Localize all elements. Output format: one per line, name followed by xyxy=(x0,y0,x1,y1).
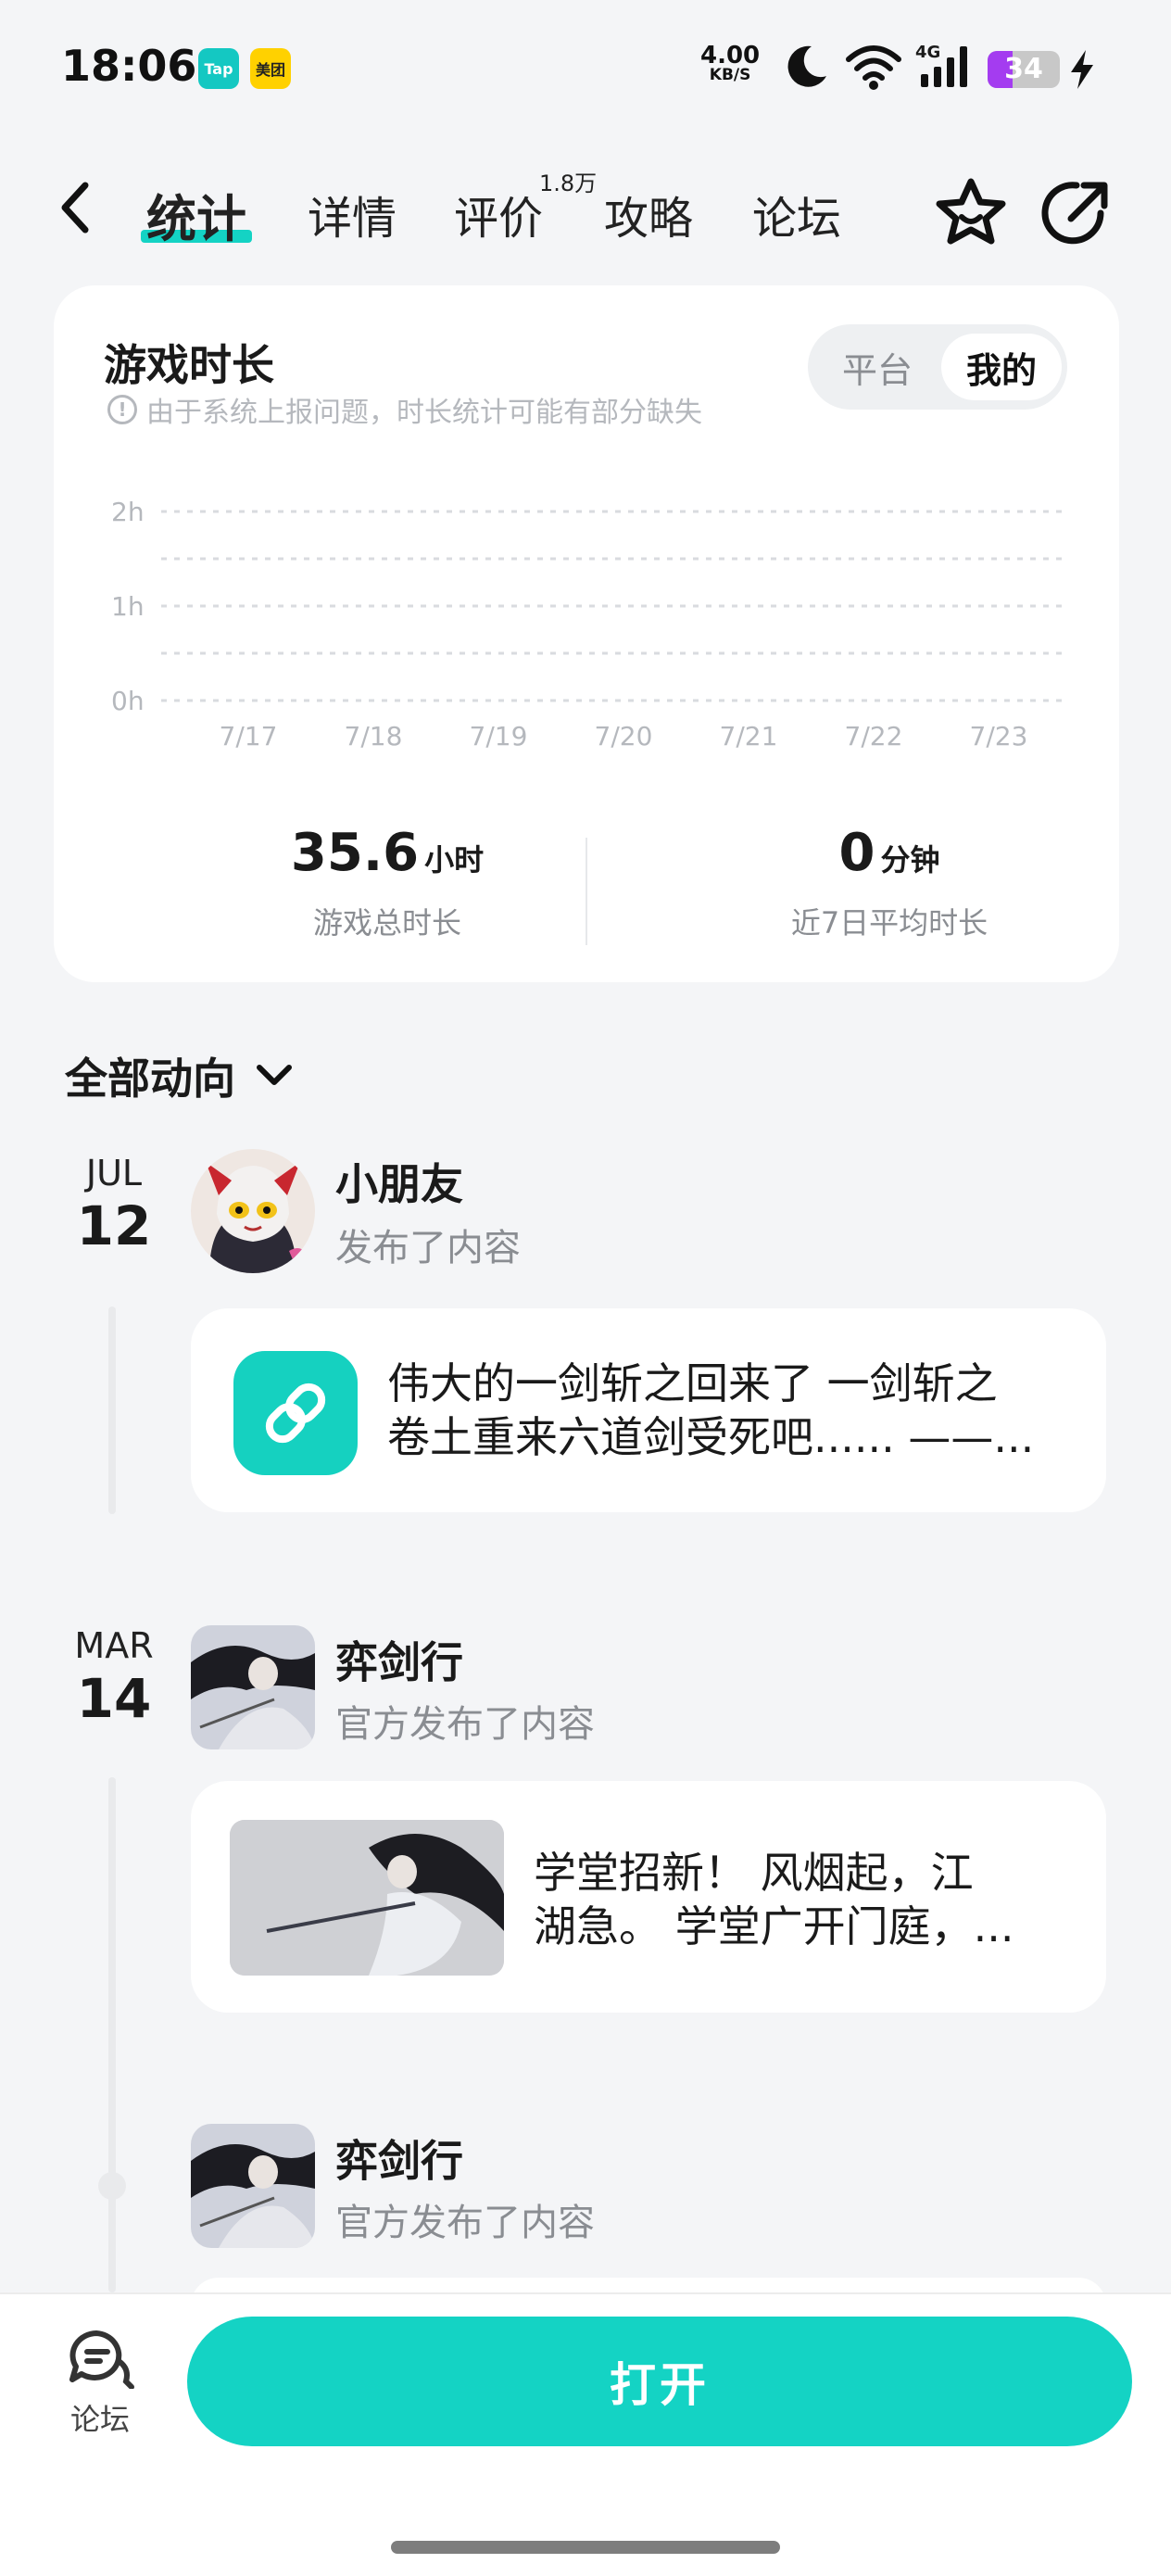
entry-action: 官方发布了内容 xyxy=(335,1703,595,1746)
post-text-line: 学堂招新！ 风烟起，江 xyxy=(534,1848,974,1898)
tab-reviews[interactable]: 评价 xyxy=(454,182,543,246)
post-text-line: 湖急。 学堂广开门庭，... xyxy=(534,1901,1014,1951)
data-source-toggle: 平台 我的 xyxy=(808,324,1067,410)
tab-guides[interactable]: 攻略 xyxy=(604,182,693,246)
tab-stats[interactable]: 统计 xyxy=(146,178,246,251)
top-nav: 统计 详情 评价 1.8万 攻略 论坛 xyxy=(0,156,1171,258)
x-tick-label: 7/19 xyxy=(470,721,528,751)
bottom-divider xyxy=(0,2292,1171,2294)
chevron-down-icon xyxy=(257,1065,292,1085)
entry-username[interactable]: 弈剑行 xyxy=(335,1629,463,1690)
total-playtime-value: 35.6 xyxy=(290,823,420,883)
forum-button[interactable]: 论坛 xyxy=(56,2328,145,2439)
post-thumbnail xyxy=(230,1820,504,1976)
x-tick-label: 7/20 xyxy=(595,721,653,751)
playtime-chart: 2h 1h 0h 7/17 7/18 7/19 7/20 7/21 7/22 7/23 xyxy=(111,497,1064,751)
tab-details[interactable]: 详情 xyxy=(308,182,397,246)
status-time: 18:06 xyxy=(61,41,197,91)
x-tick-label: 7/18 xyxy=(345,721,403,751)
status-bar: 18:06 Tap 美团 4.00 KB/S 4G 34 xyxy=(0,0,1171,139)
share-icon[interactable] xyxy=(1038,174,1115,252)
y-tick-label: 1h xyxy=(111,591,145,622)
post-card[interactable]: 伟大的一剑斩之回来了 一剑斩之 卷土重来六道剑受死吧...... ——... xyxy=(191,1308,1106,1512)
x-tick-label: 7/23 xyxy=(970,721,1028,751)
post-text: 伟大的一剑斩之回来了 一剑斩之 卷土重来六道剑受死吧...... ——... xyxy=(387,1357,1073,1464)
net-speed: 4.00 KB/S xyxy=(700,44,760,83)
average-playtime-label: 近7日平均时长 xyxy=(790,905,988,941)
review-count: 1.8万 xyxy=(539,170,598,196)
entry-action: 官方发布了内容 xyxy=(335,2202,595,2244)
entry-month: MAR xyxy=(74,1625,154,1666)
entry-username[interactable]: 弈剑行 xyxy=(335,2128,463,2189)
average-playtime-value: 0 xyxy=(838,823,875,883)
wifi-icon xyxy=(846,45,901,90)
home-indicator[interactable] xyxy=(391,2541,780,2554)
tab-forum[interactable]: 论坛 xyxy=(752,182,841,246)
avatar[interactable] xyxy=(191,2124,315,2248)
taptap-app-icon: Tap xyxy=(198,48,239,89)
y-tick-label: 2h xyxy=(111,497,145,527)
timeline-line xyxy=(108,1307,116,1514)
average-playtime-unit: 分钟 xyxy=(880,842,940,878)
toggle-platform[interactable]: 平台 xyxy=(817,334,938,400)
meituan-app-icon: 美团 xyxy=(250,48,291,89)
y-tick-label: 0h xyxy=(111,686,145,716)
post-text-line: 伟大的一剑斩之回来了 一剑斩之 xyxy=(387,1358,998,1408)
x-tick-label: 7/22 xyxy=(845,721,903,751)
forum-label: 论坛 xyxy=(69,2402,130,2437)
playtime-card: 游戏时长 ! 由于系统上报问题，时长统计可能有部分缺失 平台 我的 2h 1h 0h… xyxy=(54,285,1119,982)
timeline-dot xyxy=(98,2172,126,2200)
playtime-title: 游戏时长 xyxy=(104,340,274,390)
total-playtime: 35.6 小时 游戏总时长 xyxy=(156,823,619,942)
charging-icon xyxy=(1071,50,1093,89)
post-card[interactable]: 学堂招新！ 风烟起，江 湖急。 学堂广开门庭，... xyxy=(191,1781,1106,2013)
signal-icon xyxy=(921,46,967,87)
entry-day: 14 xyxy=(76,1667,152,1730)
activity-filter[interactable]: 全部动向 xyxy=(65,1045,295,1106)
battery-level: 34 xyxy=(1004,53,1043,85)
forum-icon xyxy=(69,2330,134,2390)
toggle-mine[interactable]: 我的 xyxy=(941,334,1062,400)
bottom-bar: 论坛 打开 xyxy=(0,2292,1171,2576)
entry-username[interactable]: 小朋友 xyxy=(335,1151,463,1212)
x-tick-label: 7/17 xyxy=(220,721,278,751)
entry-date: MAR 14 xyxy=(59,1625,169,1731)
back-icon[interactable] xyxy=(57,180,91,235)
timeline-line xyxy=(108,1777,116,2292)
star-icon[interactable] xyxy=(932,174,1010,252)
post-text: 学堂招新！ 风烟起，江 湖急。 学堂广开门庭，... xyxy=(534,1846,1089,1953)
moon-icon xyxy=(787,45,826,87)
avatar[interactable] xyxy=(191,1149,315,1273)
entry-month: JUL xyxy=(85,1153,143,1193)
avatar[interactable] xyxy=(191,1625,315,1749)
open-button[interactable]: 打开 xyxy=(187,2317,1132,2446)
stat-divider xyxy=(586,838,587,945)
activity-filter-label: 全部动向 xyxy=(65,1054,235,1104)
total-playtime-unit: 小时 xyxy=(424,842,485,878)
entry-day: 12 xyxy=(76,1194,152,1257)
entry-action: 发布了内容 xyxy=(335,1227,521,1269)
battery-icon: 34 xyxy=(988,51,1060,88)
average-playtime: 0 分钟 近7日平均时长 xyxy=(658,823,1121,942)
post-text-line: 卷土重来六道剑受死吧...... ——... xyxy=(387,1412,1035,1462)
entry-date: JUL 12 xyxy=(59,1153,169,1258)
playtime-note-text: 由于系统上报问题，时长统计可能有部分缺失 xyxy=(146,397,702,429)
link-icon xyxy=(233,1351,358,1475)
x-tick-label: 7/21 xyxy=(720,721,778,751)
playtime-note: ! 由于系统上报问题，时长统计可能有部分缺失 xyxy=(107,389,702,430)
total-playtime-label: 游戏总时长 xyxy=(312,905,461,941)
info-icon: ! xyxy=(107,395,137,424)
